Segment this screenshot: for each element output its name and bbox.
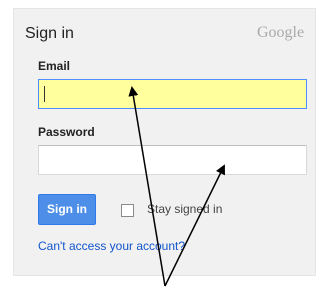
arrow-to-email-field: [128, 86, 166, 287]
annotation-arrows: [128, 86, 225, 287]
arrow-to-password-field: [164, 164, 225, 287]
